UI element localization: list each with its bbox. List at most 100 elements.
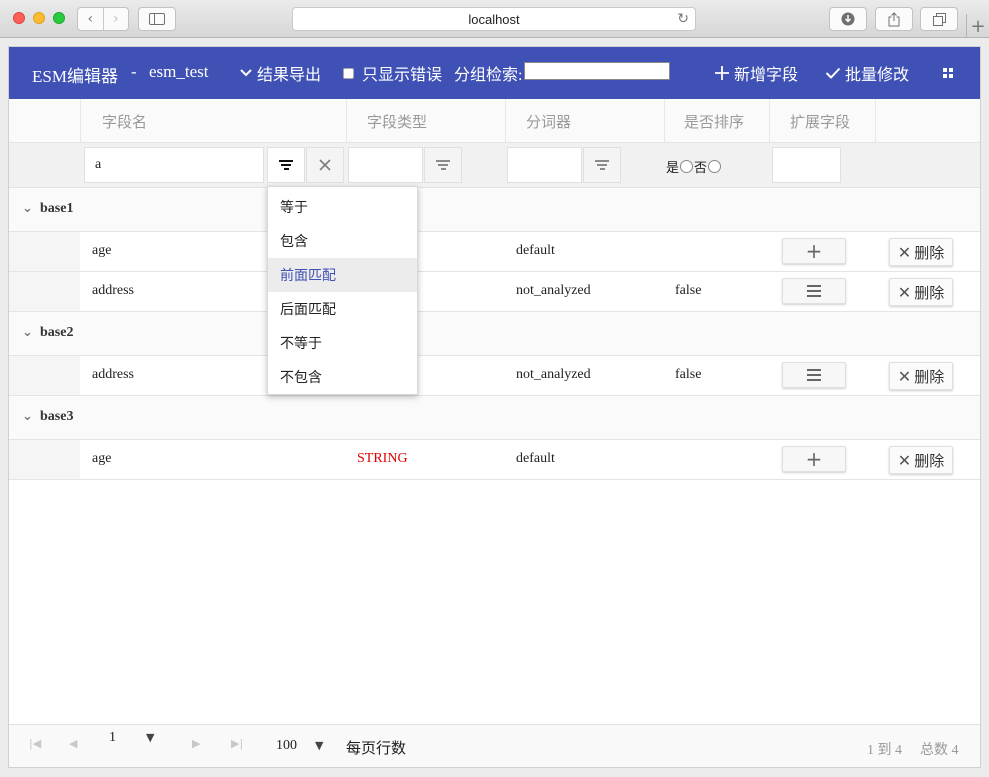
delete-label: 删除 bbox=[914, 245, 945, 262]
new-tab-button[interactable]: + bbox=[966, 14, 989, 38]
field-type-filter-menu-button[interactable] bbox=[424, 147, 462, 183]
group-name: base2 bbox=[40, 325, 74, 340]
row-total: 总数 4 bbox=[920, 743, 959, 758]
analyzer-filter-menu-button[interactable] bbox=[583, 147, 621, 183]
previous-page-icon[interactable]: ◀ bbox=[69, 737, 77, 750]
tabs-overview-button[interactable] bbox=[920, 7, 958, 31]
next-page-icon[interactable]: ▶ bbox=[192, 737, 200, 750]
delete-button[interactable]: ✕ 删除 bbox=[889, 238, 953, 266]
extension-filter-input[interactable] bbox=[772, 147, 841, 183]
address-bar[interactable]: localhost ↻ bbox=[292, 7, 696, 31]
filter-icon bbox=[436, 160, 450, 170]
only-errors-label: 只显示错误 bbox=[362, 67, 443, 84]
batch-edit-button[interactable]: 批量修改 bbox=[825, 61, 909, 85]
column-header-sortable[interactable]: 是否排序 bbox=[664, 99, 769, 143]
filter-icon bbox=[595, 160, 609, 170]
table-row[interactable]: age STRING default + ✕ 删除 bbox=[9, 440, 980, 480]
minimize-window-button[interactable] bbox=[33, 12, 45, 24]
table-row[interactable]: address not_analyzed false ✕ 删除 bbox=[9, 356, 980, 396]
sort-yes-radio[interactable] bbox=[680, 160, 694, 173]
history-nav: ‹ › bbox=[77, 7, 129, 31]
plus-icon: + bbox=[805, 239, 823, 263]
analyzer-cell: default bbox=[516, 243, 555, 258]
sortable-cell: false bbox=[675, 283, 702, 298]
share-button[interactable] bbox=[875, 7, 913, 31]
chevron-down-icon[interactable]: ⌄ bbox=[22, 409, 33, 424]
group-header-base1[interactable]: ⌄ base1 bbox=[9, 188, 980, 232]
field-name-cell: address bbox=[92, 367, 134, 382]
menu-item-ends-with[interactable]: 后面匹配 bbox=[268, 292, 417, 326]
close-icon: ✕ bbox=[897, 242, 912, 262]
sidebar-toggle-button[interactable] bbox=[138, 7, 176, 31]
only-errors-toggle[interactable]: 只显示错误 bbox=[343, 61, 442, 85]
clear-filter-button[interactable] bbox=[306, 147, 344, 183]
menu-item-starts-with[interactable]: 前面匹配 bbox=[268, 258, 417, 292]
field-name-filter-input[interactable]: a bbox=[84, 147, 264, 183]
plus-icon bbox=[715, 66, 729, 80]
menu-item-equals[interactable]: 等于 bbox=[268, 190, 417, 224]
field-type-cell: STRING bbox=[357, 451, 408, 466]
delete-label: 删除 bbox=[914, 369, 945, 386]
chevron-right-icon: › bbox=[112, 11, 119, 27]
zoom-window-button[interactable] bbox=[53, 12, 65, 24]
table-row[interactable]: age default + ✕ 删除 bbox=[9, 232, 980, 272]
first-page-icon[interactable]: |◀ bbox=[29, 737, 41, 750]
menu-item-not-equals[interactable]: 不等于 bbox=[268, 326, 417, 360]
add-field-label: 新增字段 bbox=[734, 67, 799, 84]
add-extension-button[interactable]: + bbox=[782, 238, 846, 264]
chevron-down-icon[interactable]: ⌄ bbox=[22, 201, 33, 216]
menu-item-not-contains[interactable]: 不包含 bbox=[268, 360, 417, 394]
share-icon bbox=[888, 11, 900, 26]
only-errors-checkbox[interactable] bbox=[343, 67, 354, 79]
delete-button[interactable]: ✕ 删除 bbox=[889, 278, 953, 306]
group-header-base3[interactable]: ⌄ base3 bbox=[9, 396, 980, 440]
column-header-field-type[interactable]: 字段类型 bbox=[346, 99, 505, 143]
sort-no-radio[interactable] bbox=[708, 160, 722, 173]
page-select[interactable]: 1 bbox=[109, 730, 116, 746]
group-header-base2[interactable]: ⌄ base2 bbox=[9, 312, 980, 356]
sort-yes-label: 是 bbox=[666, 160, 680, 175]
pagination-bar: |◀ ◀ 1 ▼ ▶ ▶| 100 ▼ 每页行数 1 到 4 总数 4 bbox=[9, 724, 980, 767]
extension-menu-button[interactable] bbox=[782, 278, 846, 304]
grid-menu-icon[interactable] bbox=[943, 68, 953, 78]
column-header-field-name[interactable]: 字段名 bbox=[80, 99, 346, 143]
delete-button[interactable]: ✕ 删除 bbox=[889, 362, 953, 390]
field-name-filter-menu-button[interactable] bbox=[267, 147, 305, 183]
row-range: 1 到 4 bbox=[867, 743, 902, 758]
back-button[interactable]: ‹ bbox=[78, 8, 103, 30]
field-type-filter-input[interactable] bbox=[348, 147, 423, 183]
filter-row: a 是 否 bbox=[9, 143, 980, 188]
title-separator: - bbox=[131, 62, 137, 81]
analyzer-filter-input[interactable] bbox=[507, 147, 582, 183]
group-search-input[interactable] bbox=[524, 62, 670, 80]
close-icon bbox=[319, 159, 331, 171]
delete-label: 删除 bbox=[914, 285, 945, 302]
extension-menu-button[interactable] bbox=[782, 362, 846, 388]
menu-item-contains[interactable]: 包含 bbox=[268, 224, 417, 258]
add-field-button[interactable]: 新增字段 bbox=[714, 61, 798, 85]
add-extension-button[interactable]: + bbox=[782, 446, 846, 472]
rows-per-page-select[interactable]: 100 bbox=[276, 738, 297, 754]
close-window-button[interactable] bbox=[13, 12, 25, 24]
table-row[interactable]: address not_analyzed false ✕ 删除 bbox=[9, 272, 980, 312]
downloads-button[interactable] bbox=[829, 7, 867, 31]
filter-icon bbox=[279, 160, 293, 170]
forward-button[interactable]: › bbox=[102, 8, 129, 30]
analyzer-cell: default bbox=[516, 451, 555, 466]
export-results-button[interactable]: 结果导出 bbox=[239, 61, 321, 85]
reload-icon[interactable]: ↻ bbox=[677, 11, 689, 27]
batch-edit-label: 批量修改 bbox=[845, 67, 910, 84]
delete-button[interactable]: ✕ 删除 bbox=[889, 446, 953, 474]
group-name: base1 bbox=[40, 201, 74, 216]
caret-down-icon[interactable]: ▼ bbox=[315, 739, 323, 752]
column-header-extension[interactable]: 扩展字段 bbox=[769, 99, 875, 143]
menu-icon bbox=[807, 285, 821, 297]
group-name: base3 bbox=[40, 409, 74, 424]
caret-down-icon[interactable]: ▼ bbox=[146, 731, 154, 744]
column-header-analyzer[interactable]: 分词器 bbox=[505, 99, 664, 143]
last-page-icon[interactable]: ▶| bbox=[231, 737, 243, 750]
field-name-cell: age bbox=[92, 243, 112, 258]
close-icon: ✕ bbox=[897, 366, 912, 386]
chevron-down-icon[interactable]: ⌄ bbox=[22, 325, 33, 340]
sortable-cell: false bbox=[675, 367, 702, 382]
